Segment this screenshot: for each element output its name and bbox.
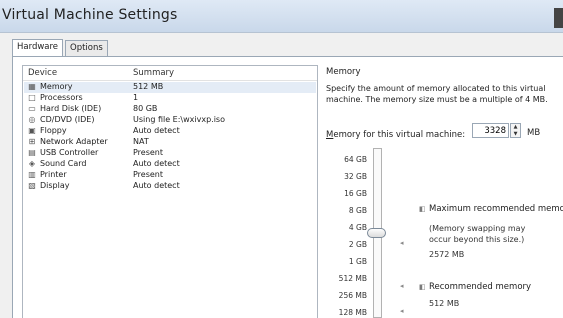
max-recommended-title: Maximum recommended memo [429, 204, 563, 214]
device-row-network-adapter[interactable]: ⊞ Network Adapter NAT [24, 137, 316, 148]
max-recommended-note-line2: occur beyond this size.) [429, 235, 525, 244]
usb-controller-icon: ▤ [28, 148, 36, 157]
device-row-printer[interactable]: ▥ Printer Present [24, 170, 316, 181]
memory-spinner: ▲ ▼ [510, 123, 521, 138]
recommended-legend-icon: ◧ [419, 283, 426, 291]
hard-disk-icon: ▭ [28, 104, 36, 113]
device-summary: Present [133, 148, 164, 157]
processor-icon: □ [28, 93, 36, 102]
close-button[interactable] [554, 8, 563, 28]
memory-slider-thumb[interactable] [367, 228, 386, 238]
device-summary: NAT [133, 137, 149, 146]
cd-dvd-icon: ◎ [28, 115, 36, 124]
window-title: Virtual Machine Settings [2, 7, 178, 23]
tab-options[interactable]: Options [65, 40, 108, 56]
device-list[interactable]: Device Summary ▦ Memory 512 MB □ Process… [22, 65, 318, 318]
scale-label: 8 GB [348, 206, 367, 215]
memory-icon: ▦ [28, 82, 36, 91]
scale-label: 2 GB [348, 240, 367, 249]
recommended-title: Recommended memory [429, 282, 532, 292]
sound-card-icon: ◈ [28, 159, 36, 168]
scale-label: 512 MB [338, 274, 367, 283]
scale-label: 64 GB [344, 155, 367, 164]
column-header-device[interactable]: Device [28, 68, 57, 78]
scale-label: 16 GB [344, 189, 367, 198]
title-bar: Virtual Machine Settings [0, 0, 563, 33]
device-row-processors[interactable]: □ Processors 1 [24, 93, 316, 104]
device-summary: Present [133, 170, 164, 179]
printer-icon: ▥ [28, 170, 36, 179]
memory-field-label-rest: emory for this virtual machine: [333, 130, 466, 140]
max-recommended-value: 2572 MB [429, 250, 465, 259]
network-adapter-icon: ⊞ [28, 137, 36, 146]
device-name: CD/DVD (IDE) [40, 115, 95, 124]
device-row-hard-disk[interactable]: ▭ Hard Disk (IDE) 80 GB [24, 104, 316, 115]
device-summary: 512 MB [133, 82, 164, 91]
device-row-cd-dvd[interactable]: ◎ CD/DVD (IDE) Using file E:\wxivxp.iso [24, 115, 316, 126]
device-row-memory[interactable]: ▦ Memory 512 MB [24, 82, 316, 93]
device-summary: Using file E:\wxivxp.iso [133, 115, 225, 124]
memory-description: Specify the amount of memory allocated t… [326, 84, 548, 104]
scale-label: 256 MB [338, 291, 367, 300]
memory-settings-pane: Memory Specify the amount of memory allo… [322, 63, 563, 318]
max-recommended-legend-icon: ◧ [419, 205, 426, 213]
memory-unit-label: MB [527, 128, 541, 138]
device-summary: Auto detect [133, 181, 180, 190]
spinner-down-icon[interactable]: ▼ [511, 131, 520, 137]
memory-section-label: Memory [326, 67, 361, 77]
memory-field-label: Memory for this virtual machine: [326, 130, 465, 140]
device-name: Floppy [40, 126, 67, 135]
device-row-sound-card[interactable]: ◈ Sound Card Auto detect [24, 159, 316, 170]
scale-label: 128 MB [338, 308, 367, 317]
recommended-value: 512 MB [429, 299, 460, 308]
guest-minimum-marker-icon: ◂ [400, 307, 404, 315]
device-name: Hard Disk (IDE) [40, 104, 102, 113]
device-summary: 1 [133, 93, 139, 102]
scale-label: 4 GB [348, 223, 367, 232]
device-name: Sound Card [40, 159, 87, 168]
device-row-display[interactable]: ▧ Display Auto detect [24, 181, 316, 192]
device-summary: 80 GB [133, 104, 158, 113]
floppy-icon: ▣ [28, 126, 36, 135]
tab-hardware[interactable]: Hardware [12, 39, 63, 57]
device-list-header: Device Summary [23, 66, 317, 81]
device-name: Display [40, 181, 70, 190]
display-icon: ▧ [28, 181, 36, 190]
memory-size-input[interactable] [472, 123, 509, 138]
tab-hardware-label: Hardware [17, 42, 59, 52]
max-recommended-note-line1: (Memory swapping may [429, 224, 526, 233]
device-name: USB Controller [40, 148, 99, 157]
device-name: Network Adapter [40, 137, 108, 146]
device-name: Processors [40, 93, 83, 102]
recommended-marker-icon: ◂ [400, 282, 404, 290]
device-row-usb-controller[interactable]: ▤ USB Controller Present [24, 148, 316, 159]
device-summary: Auto detect [133, 159, 180, 168]
device-name: Memory [40, 82, 73, 91]
device-row-floppy[interactable]: ▣ Floppy Auto detect [24, 126, 316, 137]
device-name: Printer [40, 170, 67, 179]
max-recommended-marker-icon: ◂ [400, 239, 404, 247]
scale-label: 1 GB [348, 257, 367, 266]
tab-options-label: Options [70, 43, 103, 53]
device-summary: Auto detect [133, 126, 180, 135]
scale-label: 32 GB [344, 172, 367, 181]
column-header-summary[interactable]: Summary [133, 68, 174, 78]
spinner-up-icon[interactable]: ▲ [511, 124, 520, 130]
